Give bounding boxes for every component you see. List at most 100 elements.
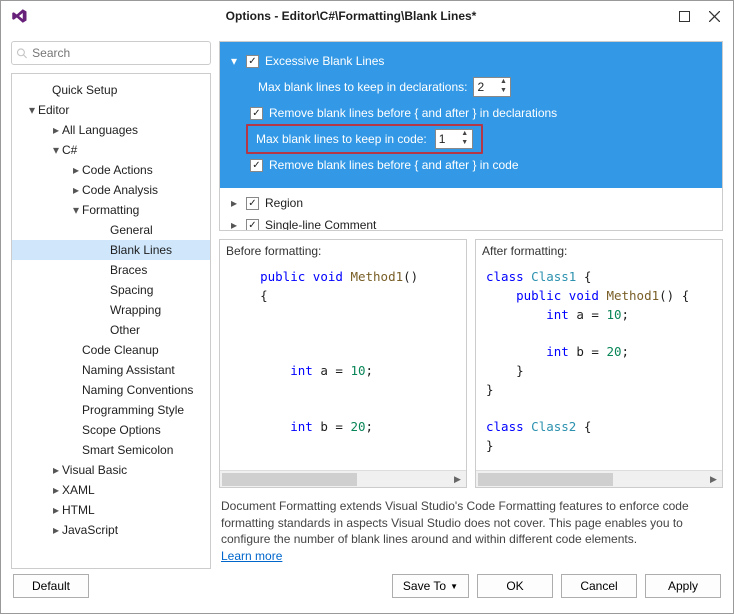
input-max-decl[interactable]: ▲▼	[473, 77, 511, 97]
cancel-button[interactable]: Cancel	[561, 574, 637, 598]
tree-item[interactable]: Quick Setup	[12, 80, 210, 100]
tree-item[interactable]: ▾Formatting	[12, 200, 210, 220]
scroll-right-icon[interactable]: ▶	[705, 471, 722, 488]
tree-item[interactable]: Braces	[12, 260, 210, 280]
options-dialog: Options - Editor\C#\Formatting\Blank Lin…	[0, 0, 734, 614]
tree-item-label: Naming Conventions	[82, 383, 193, 397]
scroll-thumb[interactable]	[478, 473, 613, 486]
tree-item[interactable]: Scope Options	[12, 420, 210, 440]
before-title: Before formatting:	[220, 240, 466, 262]
tree-item[interactable]: ▸XAML	[12, 480, 210, 500]
label-max-decl: Max blank lines to keep in declarations:	[258, 80, 467, 94]
app-logo	[5, 7, 33, 25]
learn-more-link[interactable]: Learn more	[221, 549, 282, 563]
label-single-comment: Single-line Comment	[265, 218, 376, 231]
chevron-right-icon[interactable]: ▸	[70, 163, 82, 177]
scroll-right-icon[interactable]: ▶	[449, 471, 466, 488]
tree-item-label: Smart Semicolon	[82, 443, 173, 457]
tree-item[interactable]: Naming Conventions	[12, 380, 210, 400]
collapse-icon[interactable]: ▾	[228, 54, 240, 68]
default-button[interactable]: Default	[13, 574, 89, 598]
tree-item-label: Spacing	[110, 283, 153, 297]
checkbox-remove-decl[interactable]	[250, 107, 263, 120]
checkbox-region[interactable]	[246, 197, 259, 210]
hscrollbar[interactable]: ◀▶	[220, 470, 466, 487]
tree-item[interactable]: Naming Assistant	[12, 360, 210, 380]
search-box[interactable]	[11, 41, 211, 65]
tree-item-label: Formatting	[82, 203, 139, 217]
tree-item[interactable]: ▸JavaScript	[12, 520, 210, 540]
options-panel: ▾ Excessive Blank Lines Max blank lines …	[219, 41, 723, 231]
tree-item[interactable]: ▾Editor	[12, 100, 210, 120]
titlebar: Options - Editor\C#\Formatting\Blank Lin…	[1, 1, 733, 31]
apply-button[interactable]: Apply	[645, 574, 721, 598]
hscrollbar[interactable]: ◀▶	[476, 470, 722, 487]
chevron-down-icon[interactable]: ▾	[26, 103, 38, 117]
chevron-right-icon[interactable]: ▸	[50, 523, 62, 537]
chevron-right-icon[interactable]: ▸	[50, 463, 62, 477]
tree-item-label: HTML	[62, 503, 95, 517]
tree-item[interactable]: Programming Style	[12, 400, 210, 420]
window-title: Options - Editor\C#\Formatting\Blank Lin…	[33, 9, 669, 23]
tree-item-label: JavaScript	[62, 523, 118, 537]
tree-item[interactable]: General	[12, 220, 210, 240]
tree-item[interactable]: Blank Lines	[12, 240, 210, 260]
after-title: After formatting:	[476, 240, 722, 262]
saveto-button[interactable]: Save To▼	[392, 574, 469, 598]
input-max-code[interactable]: ▲▼	[435, 129, 473, 149]
checkbox-single-comment[interactable]	[246, 219, 259, 232]
group-title: Excessive Blank Lines	[265, 54, 384, 68]
spin-up-icon[interactable]: ▲	[496, 78, 510, 87]
tree-item-label: Code Cleanup	[82, 343, 159, 357]
after-pane: After formatting: class Class1 { public …	[475, 239, 723, 488]
search-icon	[16, 47, 28, 60]
spin-up-icon[interactable]: ▲	[458, 130, 472, 139]
tree-item-label: Quick Setup	[52, 83, 117, 97]
tree-item[interactable]: ▸Code Analysis	[12, 180, 210, 200]
tree-item-label: Braces	[110, 263, 147, 277]
tree-item[interactable]: Wrapping	[12, 300, 210, 320]
maximize-button[interactable]	[669, 2, 699, 30]
tree-item[interactable]: ▾C#	[12, 140, 210, 160]
chevron-right-icon[interactable]: ▸	[50, 483, 62, 497]
label-remove-code: Remove blank lines before { and after } …	[269, 158, 519, 172]
input-max-code-field[interactable]	[436, 132, 458, 146]
chevron-right-icon[interactable]: ▸	[50, 123, 62, 137]
tree-item-label: Blank Lines	[110, 243, 172, 257]
chevron-right-icon[interactable]: ▸	[50, 503, 62, 517]
tree-item[interactable]: ▸All Languages	[12, 120, 210, 140]
tree-item[interactable]: Spacing	[12, 280, 210, 300]
ok-button[interactable]: OK	[477, 574, 553, 598]
checkbox-remove-code[interactable]	[250, 159, 263, 172]
tree-item[interactable]: Other	[12, 320, 210, 340]
chevron-down-icon[interactable]: ▾	[50, 143, 62, 157]
input-max-decl-field[interactable]	[474, 80, 496, 94]
checkbox-excessive-blank-lines[interactable]	[246, 55, 259, 68]
label-region: Region	[265, 196, 303, 210]
spin-down-icon[interactable]: ▼	[496, 87, 510, 96]
expand-icon[interactable]: ▸	[228, 218, 240, 231]
after-code: class Class1 { public void Method1() { i…	[476, 262, 722, 470]
chevron-right-icon[interactable]: ▸	[70, 183, 82, 197]
tree-item-label: Scope Options	[82, 423, 161, 437]
search-input[interactable]	[28, 46, 206, 60]
expand-icon[interactable]: ▸	[228, 196, 240, 210]
tree-item-label: Naming Assistant	[82, 363, 175, 377]
tree-item-label: Visual Basic	[62, 463, 127, 477]
spin-down-icon[interactable]: ▼	[458, 139, 472, 148]
highlighted-option: Max blank lines to keep in code: ▲▼	[246, 124, 483, 154]
tree-item-label: All Languages	[62, 123, 138, 137]
tree-item-label: Code Actions	[82, 163, 153, 177]
button-bar: Default Save To▼ OK Cancel Apply	[1, 569, 733, 613]
tree-item[interactable]: Smart Semicolon	[12, 440, 210, 460]
tree-item[interactable]: ▸HTML	[12, 500, 210, 520]
scroll-thumb[interactable]	[222, 473, 357, 486]
tree-item[interactable]: Code Cleanup	[12, 340, 210, 360]
before-pane: Before formatting: public void Method1()…	[219, 239, 467, 488]
close-button[interactable]	[699, 2, 729, 30]
tree-item-label: Code Analysis	[82, 183, 158, 197]
label-remove-decl: Remove blank lines before { and after } …	[269, 106, 557, 120]
chevron-down-icon[interactable]: ▾	[70, 203, 82, 217]
tree-item[interactable]: ▸Code Actions	[12, 160, 210, 180]
tree-item[interactable]: ▸Visual Basic	[12, 460, 210, 480]
